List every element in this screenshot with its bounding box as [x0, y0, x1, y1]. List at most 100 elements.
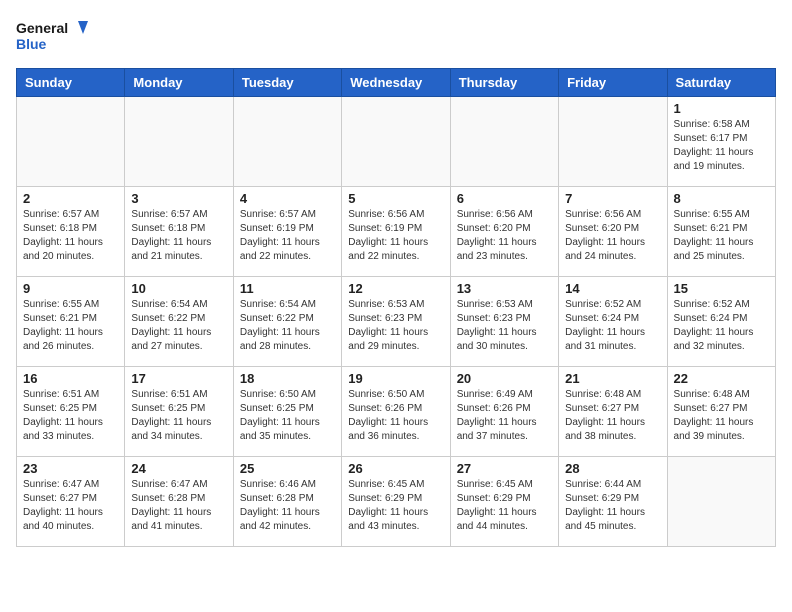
- day-info: Sunrise: 6:45 AM Sunset: 6:29 PM Dayligh…: [348, 478, 443, 534]
- calendar-cell: 23 Sunrise: 6:47 AM Sunset: 6:27 PM Dayli…: [17, 457, 125, 547]
- calendar-cell: 7 Sunrise: 6:56 AM Sunset: 6:20 PM Daylig…: [559, 187, 667, 277]
- calendar-cell: 22 Sunrise: 6:48 AM Sunset: 6:27 PM Dayli…: [667, 367, 775, 457]
- day-number: 23: [23, 461, 118, 476]
- calendar-cell: 17 Sunrise: 6:51 AM Sunset: 6:25 PM Dayli…: [125, 367, 233, 457]
- day-number: 19: [348, 371, 443, 386]
- calendar-cell: 5Sunrise: 6:56 AM Sunset: 6:19 PM Daylig…: [342, 187, 450, 277]
- day-info: Sunrise: 6:58 AM Sunset: 6:17 PM Dayligh…: [674, 118, 769, 174]
- weekday-header: Tuesday: [233, 69, 341, 97]
- calendar-cell: 26 Sunrise: 6:45 AM Sunset: 6:29 PM Dayli…: [342, 457, 450, 547]
- calendar-cell: [17, 97, 125, 187]
- day-number: 17: [131, 371, 226, 386]
- weekday-header: Sunday: [17, 69, 125, 97]
- calendar-cell: [559, 97, 667, 187]
- calendar-table: SundayMondayTuesdayWednesdayThursdayFrid…: [16, 68, 776, 547]
- day-number: 9: [23, 281, 118, 296]
- day-info: Sunrise: 6:50 AM Sunset: 6:26 PM Dayligh…: [348, 388, 443, 444]
- day-number: 2: [23, 191, 118, 206]
- day-info: Sunrise: 6:56 AM Sunset: 6:20 PM Dayligh…: [565, 208, 660, 264]
- day-info: Sunrise: 6:50 AM Sunset: 6:25 PM Dayligh…: [240, 388, 335, 444]
- day-number: 13: [457, 281, 552, 296]
- calendar-cell: 28 Sunrise: 6:44 AM Sunset: 6:29 PM Dayli…: [559, 457, 667, 547]
- calendar-cell: 27 Sunrise: 6:45 AM Sunset: 6:29 PM Dayli…: [450, 457, 558, 547]
- day-number: 4: [240, 191, 335, 206]
- calendar-cell: 8 Sunrise: 6:55 AM Sunset: 6:21 PM Daylig…: [667, 187, 775, 277]
- calendar-cell: 4 Sunrise: 6:57 AM Sunset: 6:19 PM Daylig…: [233, 187, 341, 277]
- day-number: 7: [565, 191, 660, 206]
- calendar-cell: [667, 457, 775, 547]
- day-number: 3: [131, 191, 226, 206]
- day-number: 11: [240, 281, 335, 296]
- day-info: Sunrise: 6:55 AM Sunset: 6:21 PM Dayligh…: [23, 298, 118, 354]
- calendar-cell: 1Sunrise: 6:58 AM Sunset: 6:17 PM Daylig…: [667, 97, 775, 187]
- day-number: 27: [457, 461, 552, 476]
- day-number: 24: [131, 461, 226, 476]
- day-info: Sunrise: 6:46 AM Sunset: 6:28 PM Dayligh…: [240, 478, 335, 534]
- calendar-cell: [450, 97, 558, 187]
- svg-text:General: General: [16, 20, 68, 36]
- calendar-cell: 21 Sunrise: 6:48 AM Sunset: 6:27 PM Dayli…: [559, 367, 667, 457]
- day-number: 22: [674, 371, 769, 386]
- day-number: 8: [674, 191, 769, 206]
- day-info: Sunrise: 6:53 AM Sunset: 6:23 PM Dayligh…: [348, 298, 443, 354]
- calendar-cell: 2Sunrise: 6:57 AM Sunset: 6:18 PM Daylig…: [17, 187, 125, 277]
- day-number: 20: [457, 371, 552, 386]
- day-info: Sunrise: 6:47 AM Sunset: 6:28 PM Dayligh…: [131, 478, 226, 534]
- calendar-cell: 11 Sunrise: 6:54 AM Sunset: 6:22 PM Dayli…: [233, 277, 341, 367]
- day-number: 15: [674, 281, 769, 296]
- day-number: 28: [565, 461, 660, 476]
- calendar-cell: 14Sunrise: 6:52 AM Sunset: 6:24 PM Dayli…: [559, 277, 667, 367]
- calendar-cell: 15 Sunrise: 6:52 AM Sunset: 6:24 PM Dayli…: [667, 277, 775, 367]
- calendar-cell: 13 Sunrise: 6:53 AM Sunset: 6:23 PM Dayli…: [450, 277, 558, 367]
- day-number: 12: [348, 281, 443, 296]
- calendar-cell: [342, 97, 450, 187]
- day-info: Sunrise: 6:52 AM Sunset: 6:24 PM Dayligh…: [674, 298, 769, 354]
- logo-svg: GeneralBlue: [16, 16, 96, 56]
- day-info: Sunrise: 6:57 AM Sunset: 6:19 PM Dayligh…: [240, 208, 335, 264]
- day-info: Sunrise: 6:47 AM Sunset: 6:27 PM Dayligh…: [23, 478, 118, 534]
- weekday-header: Monday: [125, 69, 233, 97]
- day-info: Sunrise: 6:54 AM Sunset: 6:22 PM Dayligh…: [131, 298, 226, 354]
- day-info: Sunrise: 6:45 AM Sunset: 6:29 PM Dayligh…: [457, 478, 552, 534]
- day-info: Sunrise: 6:56 AM Sunset: 6:19 PM Dayligh…: [348, 208, 443, 264]
- calendar-cell: 19 Sunrise: 6:50 AM Sunset: 6:26 PM Dayli…: [342, 367, 450, 457]
- day-info: Sunrise: 6:49 AM Sunset: 6:26 PM Dayligh…: [457, 388, 552, 444]
- day-number: 26: [348, 461, 443, 476]
- calendar-cell: 3 Sunrise: 6:57 AM Sunset: 6:18 PM Daylig…: [125, 187, 233, 277]
- day-number: 25: [240, 461, 335, 476]
- day-info: Sunrise: 6:54 AM Sunset: 6:22 PM Dayligh…: [240, 298, 335, 354]
- calendar-week-row: 16 Sunrise: 6:51 AM Sunset: 6:25 PM Dayli…: [17, 367, 776, 457]
- day-info: Sunrise: 6:48 AM Sunset: 6:27 PM Dayligh…: [674, 388, 769, 444]
- calendar-cell: 9 Sunrise: 6:55 AM Sunset: 6:21 PM Daylig…: [17, 277, 125, 367]
- day-number: 21: [565, 371, 660, 386]
- day-info: Sunrise: 6:53 AM Sunset: 6:23 PM Dayligh…: [457, 298, 552, 354]
- day-number: 14: [565, 281, 660, 296]
- logo: GeneralBlue: [16, 16, 96, 56]
- day-info: Sunrise: 6:55 AM Sunset: 6:21 PM Dayligh…: [674, 208, 769, 264]
- svg-text:Blue: Blue: [16, 36, 47, 52]
- calendar-week-row: 2 Sunrise: 6:57 AM Sunset: 6:18 PM Daylig…: [17, 187, 776, 277]
- day-info: Sunrise: 6:56 AM Sunset: 6:20 PM Dayligh…: [457, 208, 552, 264]
- weekday-header: Wednesday: [342, 69, 450, 97]
- header: GeneralBlue: [16, 16, 776, 56]
- calendar-cell: [233, 97, 341, 187]
- calendar-cell: 6 Sunrise: 6:56 AM Sunset: 6:20 PM Daylig…: [450, 187, 558, 277]
- day-number: 10: [131, 281, 226, 296]
- calendar-cell: 20 Sunrise: 6:49 AM Sunset: 6:26 PM Dayli…: [450, 367, 558, 457]
- day-number: 18: [240, 371, 335, 386]
- day-info: Sunrise: 6:48 AM Sunset: 6:27 PM Dayligh…: [565, 388, 660, 444]
- day-info: Sunrise: 6:44 AM Sunset: 6:29 PM Dayligh…: [565, 478, 660, 534]
- day-number: 6: [457, 191, 552, 206]
- calendar-week-row: 1Sunrise: 6:58 AM Sunset: 6:17 PM Daylig…: [17, 97, 776, 187]
- calendar-week-row: 23 Sunrise: 6:47 AM Sunset: 6:27 PM Dayli…: [17, 457, 776, 547]
- calendar-cell: 10 Sunrise: 6:54 AM Sunset: 6:22 PM Dayli…: [125, 277, 233, 367]
- day-number: 16: [23, 371, 118, 386]
- calendar-cell: 18 Sunrise: 6:50 AM Sunset: 6:25 PM Dayli…: [233, 367, 341, 457]
- day-info: Sunrise: 6:57 AM Sunset: 6:18 PM Dayligh…: [131, 208, 226, 264]
- calendar-cell: 25 Sunrise: 6:46 AM Sunset: 6:28 PM Dayli…: [233, 457, 341, 547]
- calendar-cell: 16Sunrise: 6:51 AM Sunset: 6:25 PM Dayli…: [17, 367, 125, 457]
- calendar-week-row: 9 Sunrise: 6:55 AM Sunset: 6:21 PM Daylig…: [17, 277, 776, 367]
- header-row: SundayMondayTuesdayWednesdayThursdayFrid…: [17, 69, 776, 97]
- weekday-header: Saturday: [667, 69, 775, 97]
- day-info: Sunrise: 6:51 AM Sunset: 6:25 PM Dayligh…: [131, 388, 226, 444]
